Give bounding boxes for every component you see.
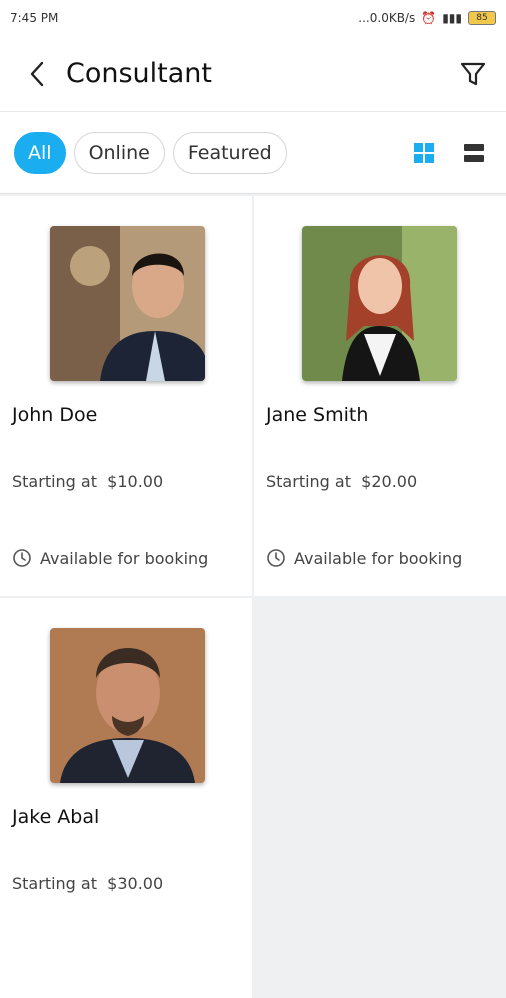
availability-text: Available for booking [40, 548, 209, 568]
consultant-card[interactable]: Jake Abal Starting at $30.00 [0, 598, 252, 998]
availability: Available for booking [12, 548, 208, 568]
chip-featured[interactable]: Featured [172, 131, 287, 174]
network-speed: ...0.0KB/s [358, 11, 416, 25]
price-value: $30.00 [107, 874, 164, 893]
consultant-name: John Doe [12, 404, 98, 426]
signal-icon: ▮▮▮ [442, 11, 462, 25]
price-label: Starting at [12, 874, 97, 893]
availability: Available for booking [266, 548, 462, 568]
status-icons: ...0.0KB/s ⏰ ▮▮▮ 85 [358, 11, 496, 25]
filter-button[interactable] [456, 57, 490, 91]
status-time: 7:45 PM [10, 11, 59, 25]
consultant-photo [302, 226, 457, 381]
battery-icon: 85 [468, 11, 496, 25]
consultant-price: Starting at $30.00 [12, 874, 163, 893]
availability-text: Available for booking [294, 548, 463, 568]
price-value: $20.00 [361, 472, 418, 491]
price-label: Starting at [266, 472, 351, 491]
chevron-left-icon [30, 61, 44, 86]
filter-chips: All Online Featured [0, 112, 506, 194]
consultant-photo [50, 226, 205, 381]
consultant-name: Jake Abal [12, 806, 100, 828]
clock-icon [267, 549, 285, 567]
clock-icon [13, 549, 31, 567]
status-bar: 7:45 PM ...0.0KB/s ⏰ ▮▮▮ 85 [0, 0, 506, 36]
chip-all[interactable]: All [14, 131, 66, 174]
consultant-name: Jane Smith [266, 404, 369, 426]
price-label: Starting at [12, 472, 97, 491]
funnel-icon [460, 62, 486, 85]
woman-portrait-image [302, 226, 457, 381]
consultant-price: Starting at $20.00 [266, 472, 417, 491]
empty-grid-cell [254, 598, 506, 998]
back-button[interactable] [22, 59, 52, 89]
consultant-grid: John Doe Starting at $10.00 Available fo… [0, 194, 506, 998]
consultant-card[interactable]: Jane Smith Starting at $20.00 Available … [254, 196, 506, 596]
app-header: Consultant [0, 36, 506, 112]
grid-icon [414, 142, 434, 163]
consultant-price: Starting at $10.00 [12, 472, 163, 491]
man-portrait-image [50, 226, 205, 381]
chip-online[interactable]: Online [73, 131, 165, 174]
consultant-photo [50, 628, 205, 783]
price-value: $10.00 [107, 472, 164, 491]
man-portrait-image [50, 628, 205, 783]
list-view-button[interactable] [456, 135, 492, 171]
list-icon [464, 143, 484, 162]
page-title: Consultant [66, 58, 212, 89]
alarm-icon: ⏰ [421, 11, 437, 25]
consultant-card[interactable]: John Doe Starting at $10.00 Available fo… [0, 196, 252, 596]
grid-view-button[interactable] [406, 135, 442, 171]
